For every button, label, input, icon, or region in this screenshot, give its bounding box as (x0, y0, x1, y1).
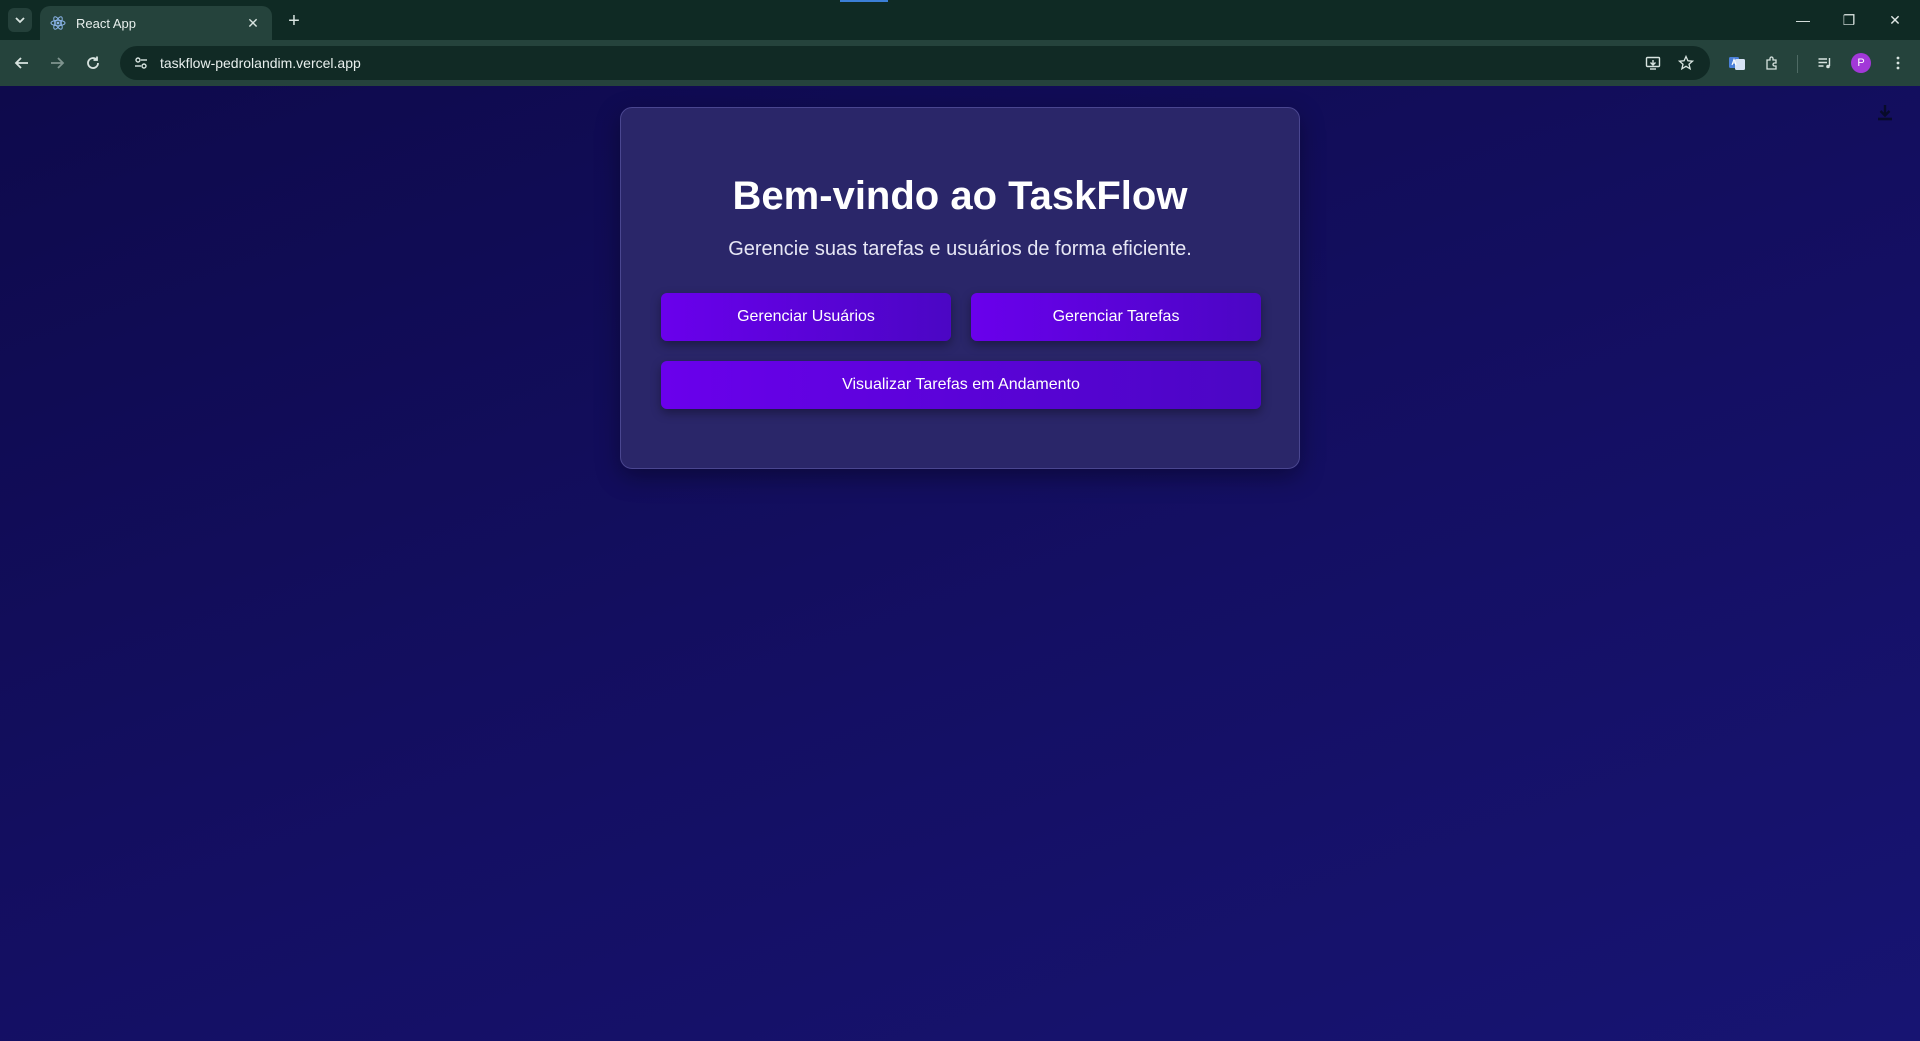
tab-react-app[interactable]: React App ✕ (40, 6, 272, 40)
reload-icon[interactable] (81, 51, 105, 75)
manage-tasks-button[interactable]: Gerenciar Tarefas (971, 293, 1261, 341)
manage-users-button[interactable]: Gerenciar Usuários (661, 293, 951, 341)
install-app-icon[interactable] (1642, 52, 1664, 74)
bookmark-star-icon[interactable] (1675, 52, 1697, 74)
toolbar-divider (1797, 55, 1798, 73)
tab-loading-indicator (840, 0, 888, 2)
back-icon[interactable] (10, 51, 34, 75)
forward-icon[interactable] (45, 51, 69, 75)
page-subtitle: Gerencie suas tarefas e usuários de form… (728, 238, 1192, 260)
close-tab-icon[interactable]: ✕ (244, 14, 262, 32)
react-atom-icon (50, 15, 66, 31)
page-viewport: Bem-vindo ao TaskFlow Gerencie suas tare… (0, 86, 1920, 1041)
media-controls-icon[interactable] (1813, 51, 1837, 75)
chevron-down-icon (15, 17, 25, 24)
translate-icon[interactable] (1725, 51, 1749, 75)
browser-toolbar: taskflow-pedrolandim.vercel.app P (0, 40, 1920, 86)
new-tab-button[interactable]: + (282, 9, 306, 33)
restore-icon[interactable]: ❐ (1826, 0, 1872, 40)
download-icon[interactable] (1870, 98, 1900, 128)
page-title: Bem-vindo ao TaskFlow (732, 174, 1188, 218)
more-menu-icon[interactable] (1886, 51, 1910, 75)
tab-title: React App (76, 15, 136, 31)
extensions-puzzle-icon[interactable] (1760, 51, 1784, 75)
tab-search-button[interactable] (8, 8, 32, 32)
url-text: taskflow-pedrolandim.vercel.app (160, 55, 361, 71)
minimize-icon[interactable]: — (1780, 0, 1826, 40)
view-in-progress-tasks-button[interactable]: Visualizar Tarefas em Andamento (661, 361, 1261, 409)
address-bar[interactable]: taskflow-pedrolandim.vercel.app (120, 46, 1710, 80)
welcome-card: Bem-vindo ao TaskFlow Gerencie suas tare… (620, 107, 1300, 469)
close-window-icon[interactable]: ✕ (1872, 0, 1918, 40)
site-info-icon[interactable] (130, 52, 152, 74)
profile-avatar[interactable]: P (1851, 53, 1871, 73)
browser-tab-strip: React App ✕ + — ❐ ✕ (0, 0, 1920, 40)
